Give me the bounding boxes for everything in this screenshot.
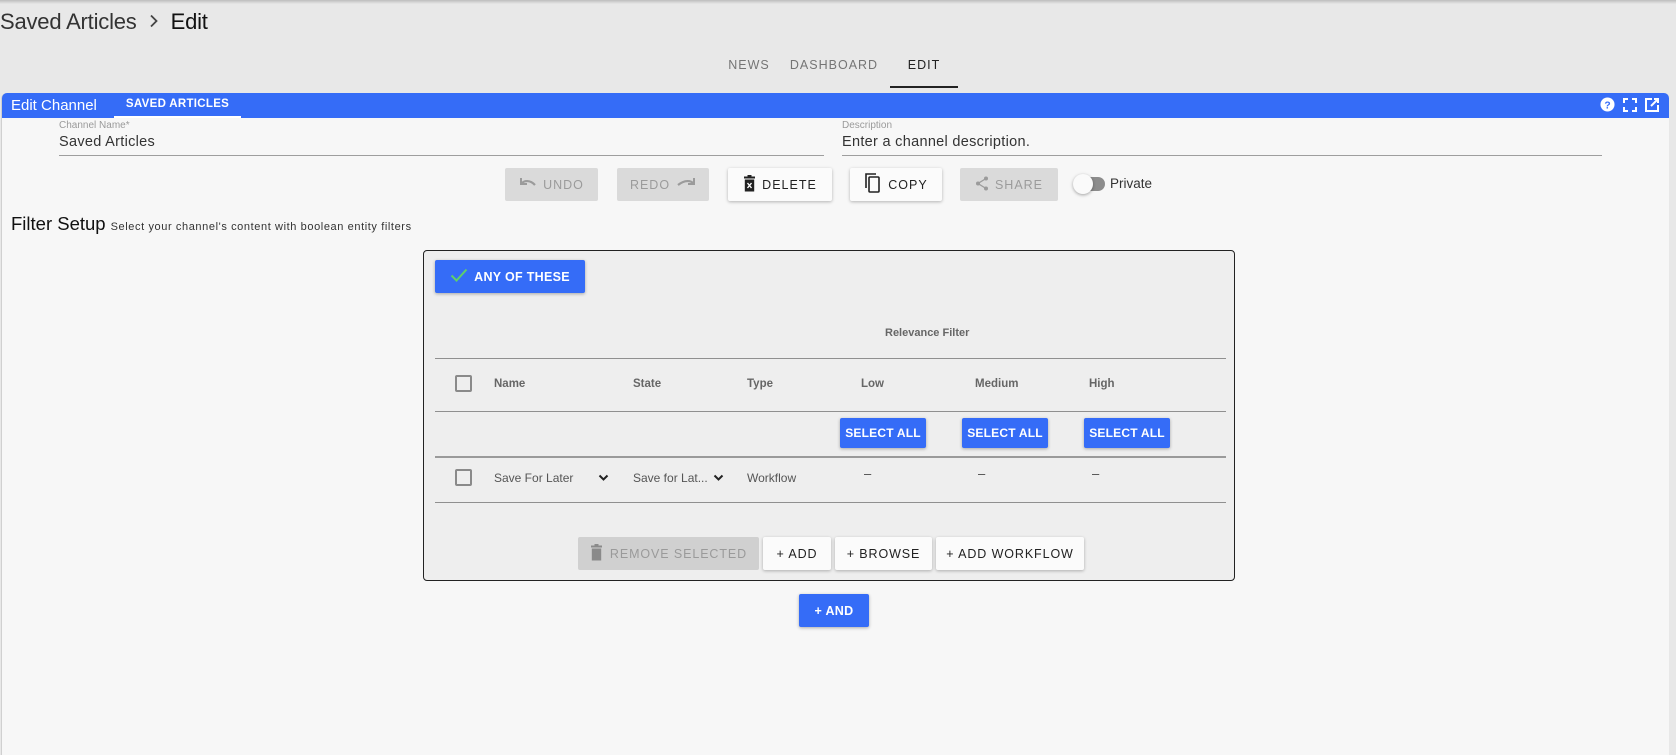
private-toggle-knob[interactable] <box>1073 173 1093 194</box>
relevance-filter-label: Relevance Filter <box>885 327 970 339</box>
fullscreen-icon[interactable] <box>1622 97 1637 112</box>
copy-label: COPY <box>888 177 928 192</box>
filter-setup-subtitle: Select your channel's content with boole… <box>110 221 412 233</box>
panel-title: Edit Channel <box>11 97 97 114</box>
add-workflow-button[interactable]: + ADD WORKFLOW <box>936 537 1084 570</box>
chevron-down-icon <box>713 471 724 485</box>
breadcrumb-item-edit: Edit <box>170 9 208 34</box>
column-header-name: Name <box>494 378 526 390</box>
nav-tabs: NEWS DASHBOARD EDIT <box>720 48 958 88</box>
column-header-type: Type <box>747 378 773 390</box>
divider <box>435 358 1226 359</box>
column-header-low: Low <box>861 378 884 390</box>
tab-dashboard[interactable]: DASHBOARD <box>778 48 890 88</box>
copy-button[interactable]: COPY <box>850 168 942 201</box>
tab-news[interactable]: NEWS <box>720 48 778 88</box>
delete-button[interactable]: DELETE <box>728 168 832 201</box>
trash-icon <box>743 174 756 195</box>
divider <box>435 411 1226 412</box>
breadcrumb: Saved Articles Edit <box>0 9 208 35</box>
description-label: Description <box>842 120 893 131</box>
undo-button[interactable]: UNDO <box>505 168 598 201</box>
filter-setup-heading: Filter Setup Select your channel's conte… <box>11 213 412 235</box>
top-shadow <box>0 0 1676 4</box>
help-icon[interactable]: ? <box>1600 97 1615 112</box>
row-medium-value[interactable]: – <box>978 466 985 481</box>
description-underline <box>842 155 1602 156</box>
column-header-state: State <box>633 378 662 390</box>
share-label: SHARE <box>994 177 1044 192</box>
breadcrumb-item-saved-articles[interactable]: Saved Articles <box>0 9 137 35</box>
remove-selected-button[interactable]: REMOVE SELECTED <box>578 537 759 570</box>
undo-icon <box>519 177 537 192</box>
delete-label: DELETE <box>762 177 817 192</box>
channel-toolbar: UNDO REDO DELETE COPY SHARE Private <box>2 168 1669 202</box>
select-all-medium-button[interactable]: SELECT ALL <box>962 418 1048 448</box>
add-and-group-button[interactable]: + AND <box>799 594 869 627</box>
tab-edit[interactable]: EDIT <box>890 48 958 88</box>
select-all-high-button[interactable]: SELECT ALL <box>1084 418 1170 448</box>
share-icon <box>975 176 989 194</box>
browse-button[interactable]: + BROWSE <box>835 537 932 570</box>
any-of-these-button[interactable]: ANY OF THESE <box>435 260 585 293</box>
remove-selected-label: REMOVE SELECTED <box>609 546 748 561</box>
trash-icon <box>590 543 603 564</box>
redo-icon <box>676 177 696 192</box>
row-high-value[interactable]: – <box>1092 466 1099 481</box>
column-header-high: High <box>1089 378 1115 390</box>
private-toggle-track[interactable] <box>1073 173 1105 194</box>
panel-header: Edit Channel SAVED ARTICLES ? <box>2 93 1669 118</box>
description-input[interactable]: Enter a channel description. <box>842 134 1602 150</box>
panel-header-icons: ? <box>1600 97 1659 112</box>
chevron-down-icon <box>598 471 609 485</box>
svg-text:?: ? <box>1604 100 1610 111</box>
copy-icon <box>864 173 882 196</box>
row-state: Save for Lat... <box>633 471 708 485</box>
filter-setup-title: Filter Setup <box>11 213 106 234</box>
share-button[interactable]: SHARE <box>960 168 1058 201</box>
edit-channel-panel: Edit Channel SAVED ARTICLES ? Channel Na… <box>2 93 1669 755</box>
channel-name-underline <box>59 155 824 156</box>
private-toggle[interactable]: Private <box>1073 173 1153 194</box>
channel-name-field[interactable]: Channel Name* Saved Articles <box>59 120 824 156</box>
filter-group: ANY OF THESE Relevance Filter Name State… <box>423 250 1235 581</box>
chevron-right-icon <box>149 12 159 33</box>
redo-label: REDO <box>629 177 671 192</box>
name-dropdown[interactable]: Save For Later <box>494 471 614 485</box>
open-external-icon[interactable] <box>1644 97 1659 112</box>
any-of-these-label: ANY OF THESE <box>474 269 570 284</box>
column-header-medium: Medium <box>975 378 1019 390</box>
redo-button[interactable]: REDO <box>617 168 709 201</box>
undo-label: UNDO <box>543 177 584 192</box>
private-toggle-label: Private <box>1110 176 1153 191</box>
row-type: Workflow <box>747 471 797 485</box>
state-dropdown[interactable]: Save for Lat... <box>633 471 733 485</box>
check-icon <box>450 268 468 285</box>
channel-name-label: Channel Name* <box>59 120 130 131</box>
select-all-low-button[interactable]: SELECT ALL <box>840 418 926 448</box>
row-name: Save For Later <box>494 471 574 485</box>
row-low-value[interactable]: – <box>864 466 871 481</box>
row-checkbox[interactable] <box>455 469 472 486</box>
add-button[interactable]: + ADD <box>763 537 831 570</box>
select-all-checkbox[interactable] <box>455 375 472 392</box>
divider <box>435 456 1226 458</box>
description-field[interactable]: Description Enter a channel description. <box>842 120 1602 156</box>
channel-name-input[interactable]: Saved Articles <box>59 134 824 150</box>
divider <box>435 502 1226 503</box>
panel-tab-saved-articles[interactable]: SAVED ARTICLES <box>113 93 242 118</box>
